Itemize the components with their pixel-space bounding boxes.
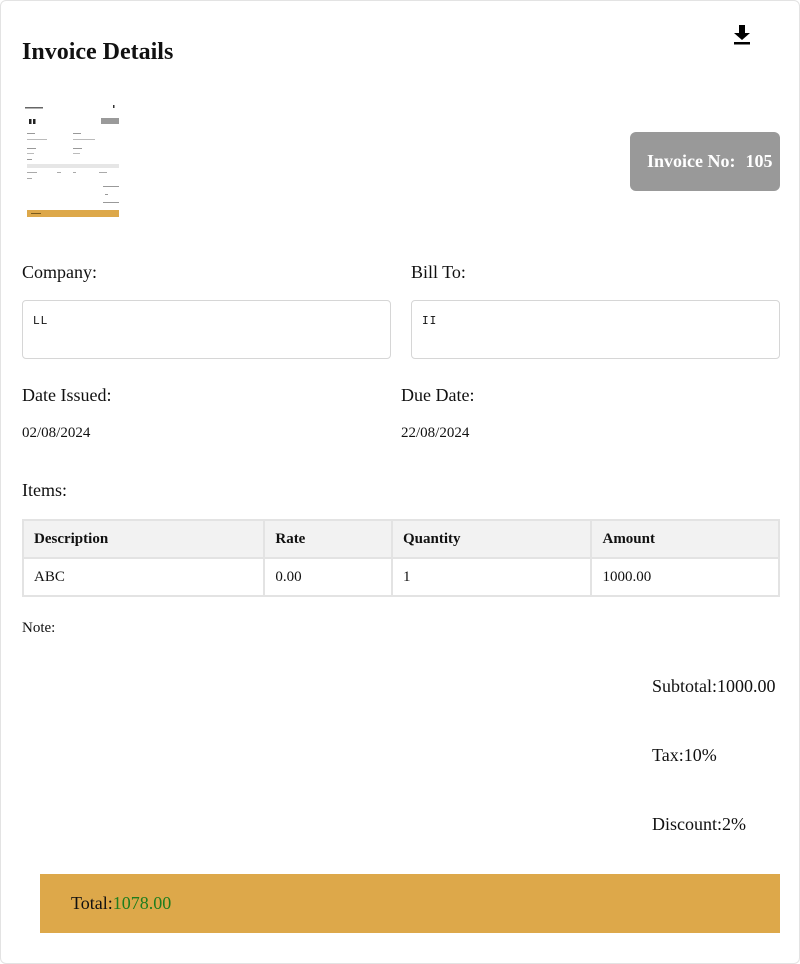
table-row: ABC 0.00 1 1000.00 [21,557,780,597]
subtotal-value: 1000.00 [717,676,776,696]
note-label: Note: [22,620,56,636]
invoice-number-badge: Invoice No: 105 [630,132,780,191]
bill-to-field[interactable]: II [411,300,780,359]
subtotal-line: Subtotal:1000.00 [652,676,776,697]
column-header-description: Description [21,519,266,559]
date-issued-value: 02/08/2024 [22,425,91,441]
tax-line: Tax:10% [652,745,717,766]
tax-label: Tax: [652,745,684,765]
total-bar: Total: 1078.00 [40,874,780,933]
total-value: 1078.00 [112,893,172,913]
invoice-card: Invoice Details Invoice No: 105 Company:… [0,0,800,964]
item-quantity: 1 [391,557,593,597]
items-table: Description Rate Quantity Amount ABC 0.0… [21,519,780,597]
subtotal-label: Subtotal: [652,676,718,696]
column-header-amount: Amount [590,519,780,559]
item-description: ABC [21,557,266,597]
due-date-label: Due Date: [401,385,475,405]
items-label: Items: [22,480,67,500]
column-header-quantity: Quantity [391,519,593,559]
invoice-number-label: Invoice No: [647,151,736,171]
column-header-rate: Rate [263,519,394,559]
due-date-value: 22/08/2024 [401,425,470,441]
company-label: Company: [22,262,97,282]
discount-label: Discount: [652,814,722,834]
total-label: Total: [71,893,113,913]
date-issued-label: Date Issued: [22,385,112,405]
tax-value: 10% [683,745,717,765]
items-table-header-row: Description Rate Quantity Amount [21,519,780,559]
company-field[interactable]: LL [22,300,391,359]
discount-value: 2% [722,814,746,834]
bill-to-label: Bill To: [411,262,466,282]
page-title: Invoice Details [22,39,174,65]
download-icon [734,25,750,45]
download-button[interactable] [729,22,755,48]
item-amount: 1000.00 [590,557,780,597]
item-rate: 0.00 [263,557,394,597]
discount-line: Discount:2% [652,814,746,835]
invoice-preview-thumbnail[interactable] [25,101,121,219]
invoice-preview-image [25,101,121,219]
invoice-number-value: 105 [745,151,773,171]
